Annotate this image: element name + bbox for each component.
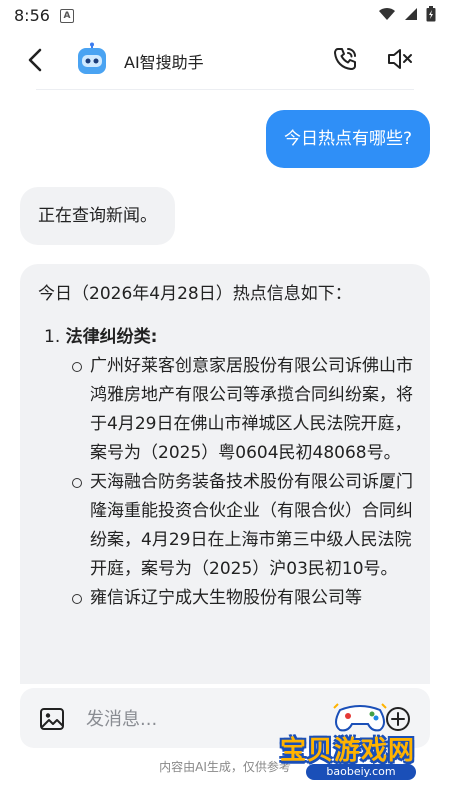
list-item: 广州好莱客创意家居股份有限公司诉佛山市鸿雅房地产有限公司等承揽合同纠纷案，将于4… xyxy=(38,352,416,468)
watermark-title: 宝贝游戏网 xyxy=(280,736,416,766)
answer-intro: 今日（2026年4月28日）热点信息如下： xyxy=(38,284,352,304)
status-time: 8:56 xyxy=(14,6,50,25)
gamepad-icon xyxy=(333,703,387,732)
back-arrow-icon[interactable] xyxy=(22,46,50,74)
chat-header: AI智搜助手 xyxy=(0,32,450,88)
phone-call-icon[interactable] xyxy=(330,44,360,74)
list-item: 天海融合防务装备技术股份有限公司诉厦门隆海重能投资合伙企业（有限合伙）合同纠纷案… xyxy=(38,468,416,584)
signal-icon xyxy=(405,8,417,20)
notification-icon: A xyxy=(60,9,74,23)
wifi-icon xyxy=(379,7,395,20)
watermark-logo: 宝贝游戏网 baobeiy.com xyxy=(280,700,450,790)
status-icons xyxy=(378,6,436,22)
category-title: 法律纠纷类: xyxy=(65,327,158,347)
bot-answer-bubble: 今日（2026年4月28日）热点信息如下： 1. 法律纠纷类: 广州好莱客创意家… xyxy=(20,264,430,684)
image-icon[interactable] xyxy=(38,705,66,733)
header-divider xyxy=(36,89,414,90)
category-heading: 1. 法律纠纷类: xyxy=(38,323,416,352)
robot-avatar-icon xyxy=(78,42,106,74)
user-message-bubble: 今日热点有哪些? xyxy=(265,110,430,168)
assistant-title: AI智搜助手 xyxy=(124,53,204,72)
watermark-url: baobeiy.com xyxy=(306,764,416,780)
battery-icon xyxy=(426,6,436,22)
list-item: 雍信诉辽宁成大生物股份有限公司等 xyxy=(38,584,416,613)
news-list: 广州好莱客创意家居股份有限公司诉佛山市鸿雅房地产有限公司等承揽合同纠纷案，将于4… xyxy=(38,352,416,613)
category-number: 1. xyxy=(44,327,61,347)
speaker-muted-icon[interactable] xyxy=(384,44,414,74)
status-bar: 8:56 A xyxy=(0,0,450,32)
message-input[interactable] xyxy=(84,700,308,738)
bot-status-bubble: 正在查询新闻。 xyxy=(20,187,175,245)
